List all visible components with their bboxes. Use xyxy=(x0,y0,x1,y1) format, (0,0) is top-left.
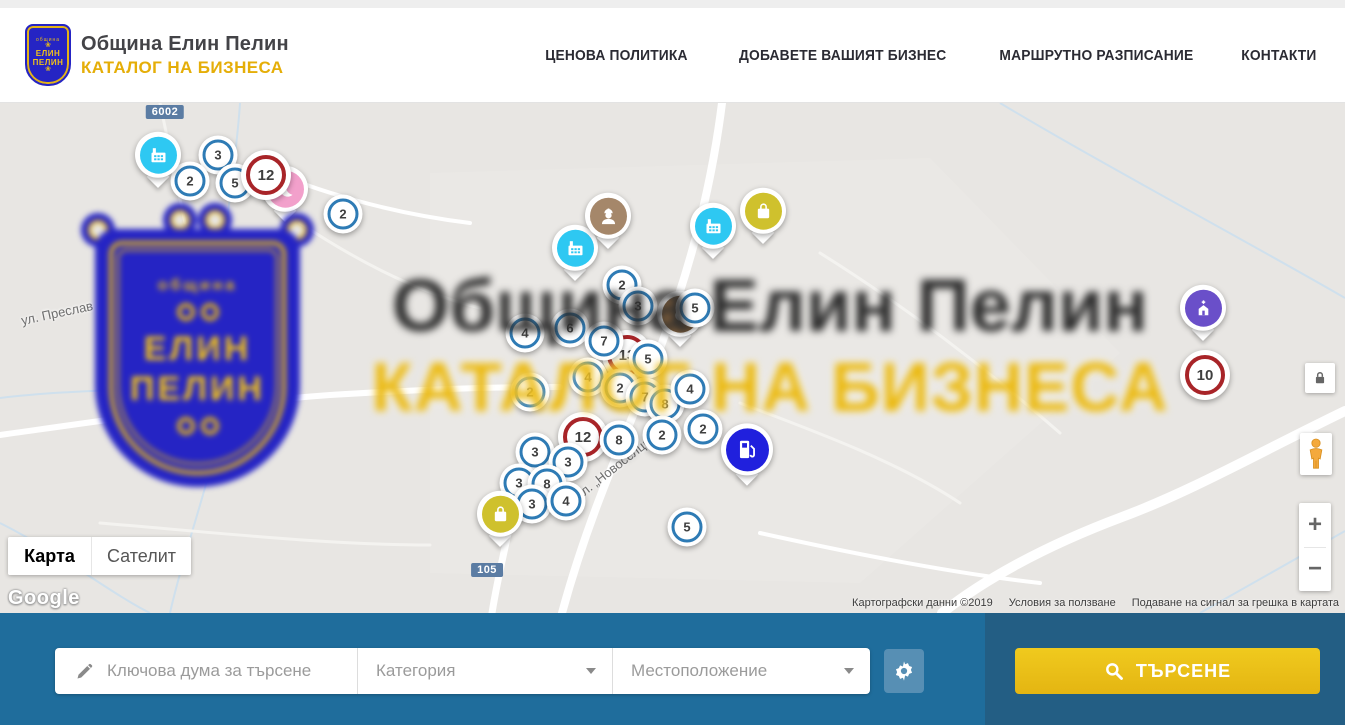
gear-icon xyxy=(893,660,915,682)
map-cluster-marker[interactable]: 2 xyxy=(643,416,682,455)
site-header: община ❀ ЕЛИН ПЕЛИН ❀ Община Елин Пелин … xyxy=(0,8,1345,103)
zoom-out-button[interactable]: − xyxy=(1299,547,1331,591)
map-pin-factory[interactable] xyxy=(135,132,181,178)
factory-icon xyxy=(565,237,586,258)
google-map[interactable]: 6002105ул. Преславбул. „Новоселци“ 32512… xyxy=(0,103,1345,613)
nav-contacts[interactable]: КОНТАКТИ xyxy=(1241,47,1316,64)
worker-icon xyxy=(598,205,619,226)
map-cluster-marker[interactable]: 2 xyxy=(324,195,363,234)
pegman-icon xyxy=(1306,438,1326,470)
nav-route-schedule[interactable]: МАРШРУТНО РАЗПИСАНИЕ xyxy=(1000,47,1194,64)
map-cluster-marker[interactable]: 2 xyxy=(511,373,550,412)
report-map-error-link[interactable]: Подаване на сигнал за грешка в картата xyxy=(1132,597,1339,609)
brand[interactable]: община ❀ ЕЛИН ПЕЛИН ❀ Община Елин Пелин … xyxy=(25,24,289,86)
search-panel: Категория Местоположение ТЪРСЕНЕ xyxy=(0,613,1345,725)
map-pin-factory[interactable] xyxy=(690,203,736,249)
map-type-map-button[interactable]: Карта xyxy=(8,537,92,575)
chevron-down-icon xyxy=(586,668,596,674)
map-type-control: Карта Сателит xyxy=(8,537,191,575)
keyword-search-input[interactable] xyxy=(107,661,337,681)
site-subtitle: КАТАЛОГ НА БИЗНЕСА xyxy=(81,58,289,78)
map-type-satellite-button[interactable]: Сателит xyxy=(92,537,191,575)
attribution-copyright: Картографски данни ©2019 xyxy=(852,597,993,609)
nav-add-your-business[interactable]: ДОБАВЕТЕ ВАШИЯТ БИЗНЕС xyxy=(739,47,946,64)
map-cluster-marker[interactable]: 5 xyxy=(668,508,707,547)
map-cluster-marker[interactable]: 4 xyxy=(506,314,545,353)
logo-name-1: ЕЛИН xyxy=(36,49,60,58)
map-cluster-marker[interactable]: 12 xyxy=(241,150,291,200)
keyword-field-wrap xyxy=(55,648,357,694)
church-icon xyxy=(1193,297,1214,318)
google-logo[interactable]: Google xyxy=(8,587,80,610)
map-pin-worker[interactable] xyxy=(585,193,631,239)
map-pin-bag[interactable] xyxy=(740,188,786,234)
search-button[interactable]: ТЪРСЕНЕ xyxy=(1015,648,1320,694)
map-attribution: Картографски данни ©2019 Условия за полз… xyxy=(852,597,1339,609)
pegman-control[interactable] xyxy=(1300,433,1332,475)
map-cluster-marker[interactable]: 8 xyxy=(600,421,639,460)
map-cluster-marker[interactable]: 4 xyxy=(547,482,586,521)
road-number-badge: 105 xyxy=(471,563,503,577)
main-nav: ЦЕНОВА ПОЛИТИКА ДОБАВЕТЕ ВАШИЯТ БИЗНЕС М… xyxy=(539,8,1320,102)
map-cluster-marker[interactable]: 5 xyxy=(629,340,668,379)
lock-control-button[interactable] xyxy=(1305,363,1335,393)
map-cluster-marker[interactable]: 3 xyxy=(619,287,658,326)
municipality-logo: община ❀ ЕЛИН ПЕЛИН ❀ xyxy=(25,24,71,86)
map-cluster-marker[interactable]: 5 xyxy=(676,289,715,328)
pencil-icon xyxy=(75,661,95,681)
logo-ornament: ❀ xyxy=(45,67,51,73)
location-select-value: Местоположение xyxy=(631,661,767,681)
map-pin-bag[interactable] xyxy=(477,491,523,537)
map-cluster-marker[interactable]: 4 xyxy=(671,370,710,409)
location-select[interactable]: Местоположение xyxy=(612,648,870,694)
map-cluster-marker[interactable]: 2 xyxy=(684,410,723,449)
bag-icon xyxy=(490,503,511,524)
map-pin-fuel[interactable] xyxy=(721,423,773,475)
category-select[interactable]: Категория xyxy=(357,648,612,694)
road-number-badge: 6002 xyxy=(146,105,184,119)
map-pin-church[interactable] xyxy=(1180,285,1226,331)
advanced-settings-button[interactable] xyxy=(884,649,924,693)
page-top-strip xyxy=(0,0,1345,8)
factory-icon xyxy=(148,144,169,165)
map-cluster-marker[interactable]: 10 xyxy=(1180,350,1230,400)
map-cluster-marker[interactable]: 7 xyxy=(585,322,624,361)
terms-of-use-link[interactable]: Условия за ползване xyxy=(1009,597,1116,609)
chevron-down-icon xyxy=(844,668,854,674)
site-title: Община Елин Пелин xyxy=(81,33,289,56)
fuel-icon xyxy=(734,436,760,462)
search-fields: Категория Местоположение xyxy=(55,648,870,694)
zoom-control: + − xyxy=(1299,503,1331,591)
search-button-label: ТЪРСЕНЕ xyxy=(1136,661,1231,682)
zoom-in-button[interactable]: + xyxy=(1299,503,1331,547)
category-select-value: Категория xyxy=(376,661,455,681)
lock-icon xyxy=(1313,371,1327,385)
bag-icon xyxy=(753,200,774,221)
factory-icon xyxy=(703,215,724,236)
nav-pricing-policy[interactable]: ЦЕНОВА ПОЛИТИКА xyxy=(545,47,687,64)
search-icon xyxy=(1104,661,1124,681)
